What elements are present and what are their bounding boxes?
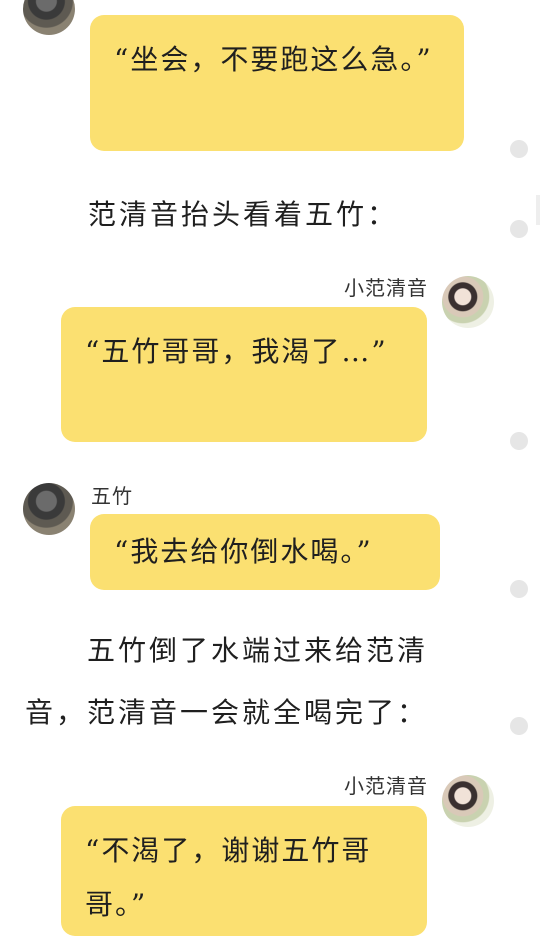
side-dot-icon [510, 220, 528, 238]
side-dot-icon [510, 717, 528, 735]
narration-text: 五竹倒了水端过来给范清音，范清音一会就全喝完了： [25, 634, 429, 729]
speaker-name: 五竹 [91, 484, 133, 508]
message-text: “五竹哥哥，我渴了…” [85, 335, 388, 368]
avatar-wuzhu [23, 0, 75, 35]
avatar-wuzhu [23, 483, 75, 535]
side-dot-icon [510, 580, 528, 598]
message-text: “不渴了，谢谢五竹哥哥。” [85, 834, 372, 921]
avatar-xiaofanqingyin [442, 775, 494, 827]
message-bubble[interactable]: “五竹哥哥，我渴了…” [61, 307, 427, 442]
scrollbar[interactable] [536, 195, 540, 225]
message-bubble[interactable]: “我去给你倒水喝。” [90, 514, 440, 590]
narration-text: 范清音抬头看着五竹： [88, 198, 399, 231]
message-bubble[interactable]: “坐会，不要跑这么急。” [90, 15, 464, 151]
side-dot-icon [510, 140, 528, 158]
avatar-xiaofanqingyin [442, 276, 494, 328]
speaker-name: 小范清音 [344, 774, 428, 798]
speaker-name: 小范清音 [344, 276, 428, 300]
message-text: “我去给你倒水喝。” [114, 535, 373, 568]
message-bubble[interactable]: “不渴了，谢谢五竹哥哥。” [61, 806, 427, 936]
side-dot-icon [510, 432, 528, 450]
message-text: “坐会，不要跑这么急。” [114, 43, 433, 76]
